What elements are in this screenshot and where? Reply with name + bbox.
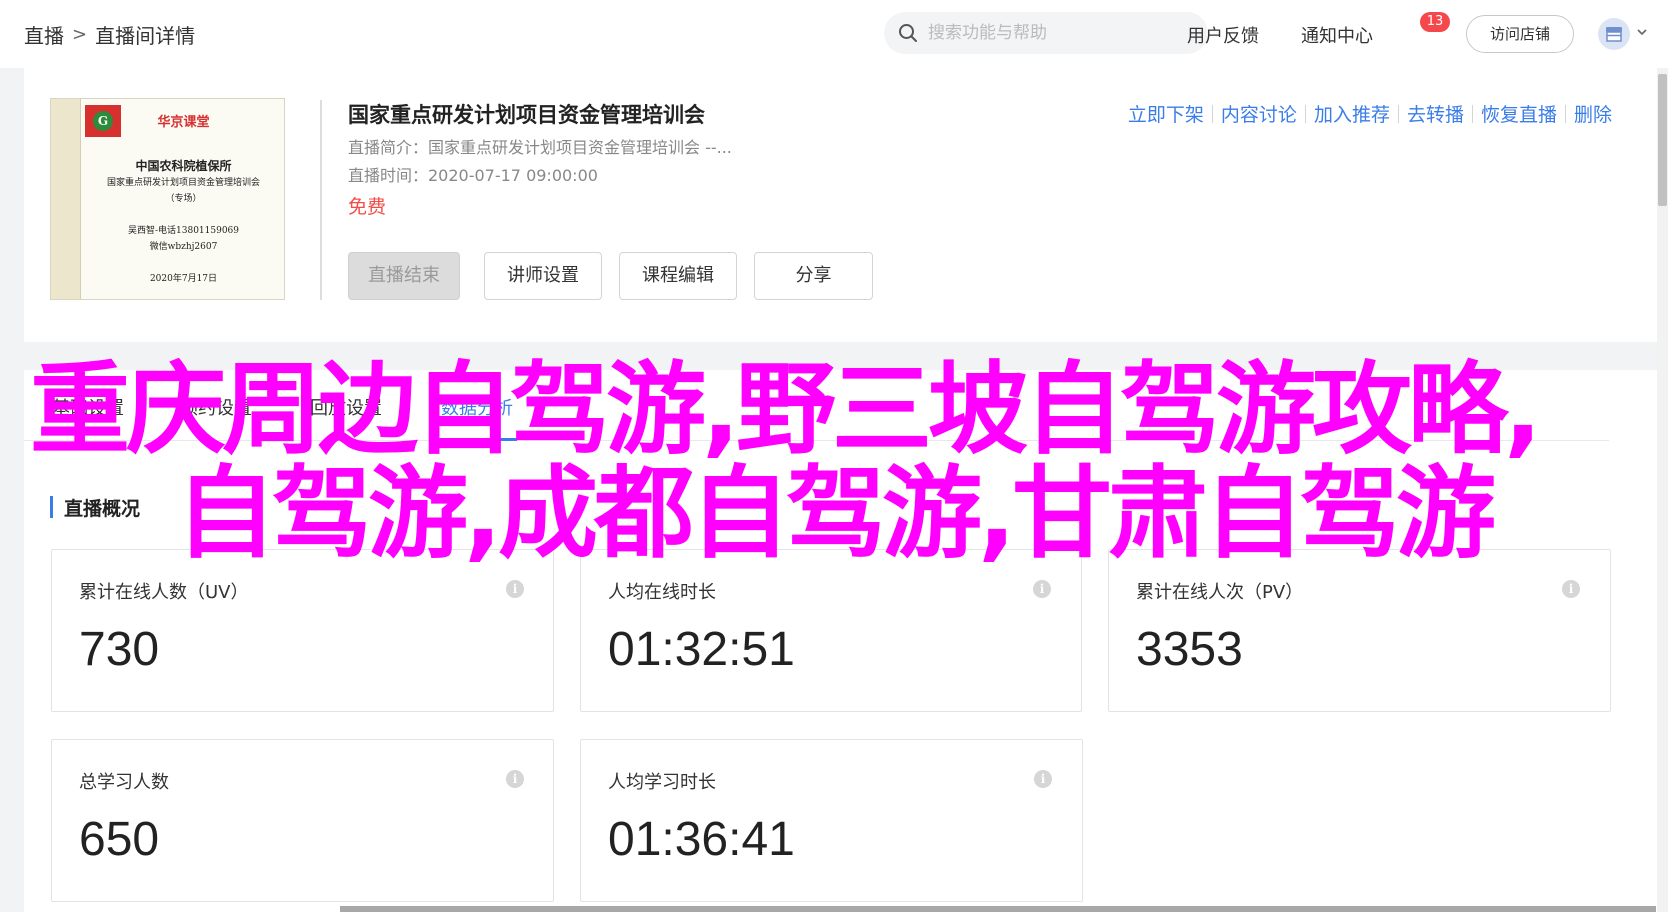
divider [1211, 104, 1213, 123]
course-intro: 直播简介：国家重点研发计划项目资金管理培训会 --... [348, 138, 732, 157]
store-icon [1606, 27, 1622, 42]
tab-basic-settings[interactable]: 基础设置 [52, 394, 124, 420]
course-cover-image: G 华京课堂 中国农科院植保所 国家重点研发计划项目资金管理培训会 （专场） 吴… [50, 98, 285, 300]
discussion-link[interactable]: 内容讨论 [1221, 100, 1297, 127]
notification-center-link[interactable]: 通知中心 [1301, 22, 1373, 48]
cover-binding [51, 99, 81, 299]
info-icon[interactable]: i [1034, 770, 1052, 788]
breadcrumb-root[interactable]: 直播 [24, 20, 64, 49]
breadcrumb-current: 直播间详情 [95, 24, 196, 48]
course-price: 免费 [348, 196, 387, 218]
stat-label: 累计在线人次（PV） [1136, 582, 1304, 603]
notification-count-badge: 13 [1420, 12, 1450, 32]
store-avatar[interactable] [1598, 18, 1630, 50]
stat-label: 累计在线人数（UV） [79, 582, 249, 603]
stat-card-pv: 累计在线人次（PV） 3353 i [1108, 549, 1611, 712]
divider [1304, 104, 1306, 123]
tab-replay-settings[interactable]: 回放设置 [310, 394, 382, 420]
vertical-scrollbar-thumb[interactable] [1658, 74, 1667, 206]
cover-subject: 国家重点研发计划项目资金管理培训会 [106, 178, 260, 188]
divider [1471, 104, 1473, 123]
info-icon[interactable]: i [1562, 580, 1580, 598]
search-box[interactable] [884, 12, 1208, 54]
rebroadcast-link[interactable]: 去转播 [1407, 100, 1464, 127]
cover-contact-wechat: 微信wbzhj2607 [149, 242, 218, 252]
lecturer-settings-button[interactable]: 讲师设置 [484, 252, 602, 300]
search-input[interactable] [928, 23, 1178, 43]
delete-link[interactable]: 删除 [1574, 100, 1612, 127]
takedown-link[interactable]: 立即下架 [1128, 100, 1204, 127]
stat-card-avg-online-time: 人均在线时长 01:32:51 i [580, 549, 1082, 712]
stat-card-avg-learning-time: 人均学习时长 01:36:41 i [580, 739, 1083, 902]
stat-value: 650 [79, 813, 160, 866]
cover-org: 中国农科院植保所 [135, 159, 232, 173]
divider [1397, 104, 1399, 123]
stat-value: 730 [79, 623, 160, 676]
cover-divider [320, 100, 322, 300]
tab-data-analysis[interactable]: 数据分析 [441, 394, 513, 420]
stat-card-uv: 累计在线人数（UV） 730 i [51, 549, 554, 712]
course-time: 直播时间：2020-07-17 09:00:00 [348, 166, 598, 185]
stat-label: 总学习人数 [79, 772, 169, 793]
stat-card-total-learners: 总学习人数 650 i [51, 739, 554, 902]
cover-date: 2020年7月17日 [149, 274, 218, 284]
chevron-down-icon[interactable] [1636, 26, 1648, 38]
info-icon[interactable]: i [506, 580, 524, 598]
search-icon [899, 24, 917, 42]
section-title: 直播概况 [64, 498, 141, 520]
breadcrumb: 直播 > 直播间详情 [24, 20, 195, 49]
horizontal-scrollbar-thumb[interactable] [340, 906, 1656, 912]
cover-tag: （专场） [165, 194, 202, 204]
course-edit-button[interactable]: 课程编辑 [619, 252, 737, 300]
end-live-button[interactable]: 直播结束 [348, 252, 460, 300]
tabs-divider [24, 440, 1609, 441]
share-button[interactable]: 分享 [754, 252, 873, 300]
tab-booking-settings[interactable]: 预约设置 [180, 394, 252, 420]
course-actions: 立即下架 内容讨论 加入推荐 去转播 恢复直播 删除 [1128, 100, 1612, 127]
breadcrumb-separator: > [72, 24, 88, 45]
resume-live-link[interactable]: 恢复直播 [1481, 100, 1557, 127]
info-icon[interactable]: i [506, 770, 524, 788]
stat-value: 01:36:41 [608, 813, 795, 866]
section-marker [50, 496, 53, 518]
active-tab-indicator [441, 438, 517, 441]
info-icon[interactable]: i [1033, 580, 1051, 598]
stat-value: 3353 [1136, 623, 1243, 676]
stat-label: 人均在线时长 [608, 582, 716, 603]
visit-store-button[interactable]: 访问店铺 [1466, 15, 1574, 53]
top-bar [0, 0, 1668, 68]
stat-value: 01:32:51 [608, 623, 795, 676]
cover-contact-phone: 吴西智-电话13801159069 [127, 226, 240, 236]
course-title: 国家重点研发计划项目资金管理培训会 [348, 103, 705, 127]
feedback-link[interactable]: 用户反馈 [1187, 22, 1259, 48]
cover-brand: 华京课堂 [157, 115, 210, 130]
recommend-link[interactable]: 加入推荐 [1314, 100, 1390, 127]
divider [1564, 104, 1566, 123]
stat-label: 人均学习时长 [608, 772, 716, 793]
